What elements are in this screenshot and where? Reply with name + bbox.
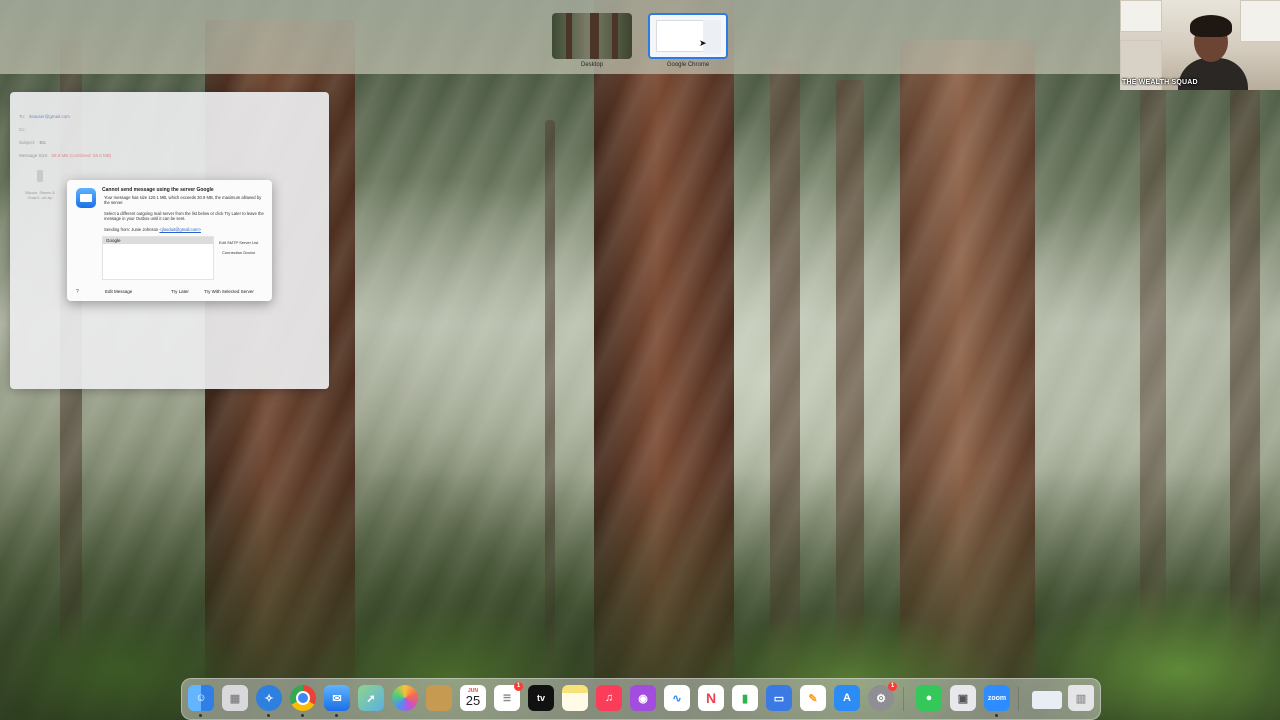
subject-value[interactable]: Btc [40, 140, 47, 145]
mail-subject-row[interactable]: Subject: Btc [19, 140, 46, 145]
running-indicator [995, 714, 998, 717]
finder-window-icon[interactable] [1032, 691, 1062, 709]
to-recipient[interactable]: itsauser@gmail.com [29, 114, 70, 119]
preview-icon[interactable]: ▣ [950, 685, 976, 711]
system-settings-icon[interactable]: ⚙ 1 [868, 682, 897, 711]
space-desktop-thumbnail[interactable] [552, 13, 632, 59]
cc-label: Cc: [19, 127, 26, 132]
alert-footer: ? Edit Message Try Later Try With Select… [67, 288, 272, 299]
dock-separator [1018, 687, 1019, 711]
running-indicator [199, 714, 202, 717]
pages-icon[interactable]: ✎ [800, 685, 826, 711]
space-chrome-label: Google Chrome [666, 62, 710, 68]
trash-icon[interactable]: ▥ [1068, 685, 1094, 711]
mail-icon[interactable]: ✉ [324, 685, 350, 711]
finder-icon[interactable]: ☺ [188, 685, 214, 711]
webcam-label: THE WEALTH SQUAD [1122, 79, 1198, 86]
mouse-cursor-icon: ➤ [699, 38, 707, 48]
launchpad-icon[interactable]: ▦ [222, 685, 248, 711]
freeform-icon[interactable]: ∿ [664, 685, 690, 711]
server-item-google[interactable]: Google [103, 237, 213, 244]
notes-icon[interactable] [562, 685, 588, 711]
try-later-button[interactable]: Try Later [171, 289, 189, 294]
try-selected-server-button[interactable]: Try With Selected Server [204, 289, 254, 294]
space-desktop-label: Desktop [580, 62, 603, 68]
music-icon[interactable]: ♫ [596, 685, 622, 711]
edit-smtp-list-button[interactable]: Edit SMTP Server List [219, 240, 258, 245]
webcam-overlay: THE WEALTH SQUAD [1120, 0, 1280, 90]
running-indicator [267, 714, 270, 717]
mail-to-row[interactable]: To: itsauser@gmail.com [19, 114, 70, 119]
keynote-icon[interactable]: ▭ [766, 685, 792, 711]
running-indicator [301, 714, 304, 717]
reminders-badge: 1 [514, 682, 523, 691]
alert-size-message: Your message has size 120.1 MB, which ex… [104, 195, 262, 206]
calendar-icon[interactable]: JUN 25 [460, 685, 486, 711]
zip-attachment-icon[interactable] [37, 170, 43, 182]
alert-title: Cannot send message using the server Goo… [102, 187, 214, 193]
mail-app-icon [76, 188, 96, 208]
mail-size-row: Message Size: 58.8 MB (combined: 58.8 MB) [19, 153, 111, 158]
space-chrome-thumbnail[interactable] [648, 13, 728, 59]
connection-doctor-button[interactable]: Connection Doctor [222, 250, 255, 255]
to-label: To: [19, 114, 26, 119]
help-button[interactable]: ? [76, 289, 79, 295]
mail-cc-row[interactable]: Cc: [19, 127, 26, 132]
sending-from-label: Sending from: Junie Johnson [104, 227, 159, 232]
running-indicator [335, 714, 338, 717]
dock: ☺ ▦ ✧ ✉ ➚ JUN 25 ☰ 1 tv ♫ ◉ ∿ N ▮ ▭ ✎ A … [181, 678, 1101, 720]
send-error-alert: Cannot send message using the server Goo… [67, 180, 272, 301]
appletv-icon[interactable]: tv [528, 685, 554, 711]
photos-icon[interactable] [392, 685, 418, 711]
safari-icon[interactable]: ✧ [256, 685, 282, 711]
presenter-hair [1190, 15, 1232, 37]
attachment-name: Bitcoin, Steam & Guard...ult.zip [25, 190, 55, 200]
chrome-icon[interactable] [290, 685, 316, 711]
edit-message-button[interactable]: Edit Message [105, 289, 132, 294]
podcasts-icon[interactable]: ◉ [630, 685, 656, 711]
message-size-label: Message Size: [19, 153, 49, 158]
news-icon[interactable]: N [698, 685, 724, 711]
dock-separator [903, 687, 904, 711]
zoom-icon[interactable]: zoom [984, 685, 1010, 711]
messages-icon[interactable]: ● [916, 685, 942, 711]
sending-from-email: <jlooduit@gmail.com> [159, 227, 201, 232]
sending-from: Sending from: Junie Johnson <jlooduit@gm… [104, 227, 264, 232]
calendar-day: 25 [465, 693, 481, 708]
smtp-server-list[interactable]: Google [102, 236, 214, 280]
subject-label: Subject: [19, 140, 36, 145]
settings-badge: 1 [888, 682, 897, 691]
reminders-icon[interactable]: ☰ 1 [494, 682, 523, 711]
spaces-bar: Desktop Google Chrome ➤ [0, 0, 1280, 74]
appstore-icon[interactable]: A [834, 685, 860, 711]
maps-icon[interactable]: ➚ [358, 685, 384, 711]
numbers-icon[interactable]: ▮ [732, 685, 758, 711]
notes-app-icon[interactable] [426, 685, 452, 711]
alert-instructions: Select a different outgoing mail server … [104, 211, 264, 222]
message-size-value: 58.8 MB (combined: 58.8 MB) [51, 153, 112, 158]
